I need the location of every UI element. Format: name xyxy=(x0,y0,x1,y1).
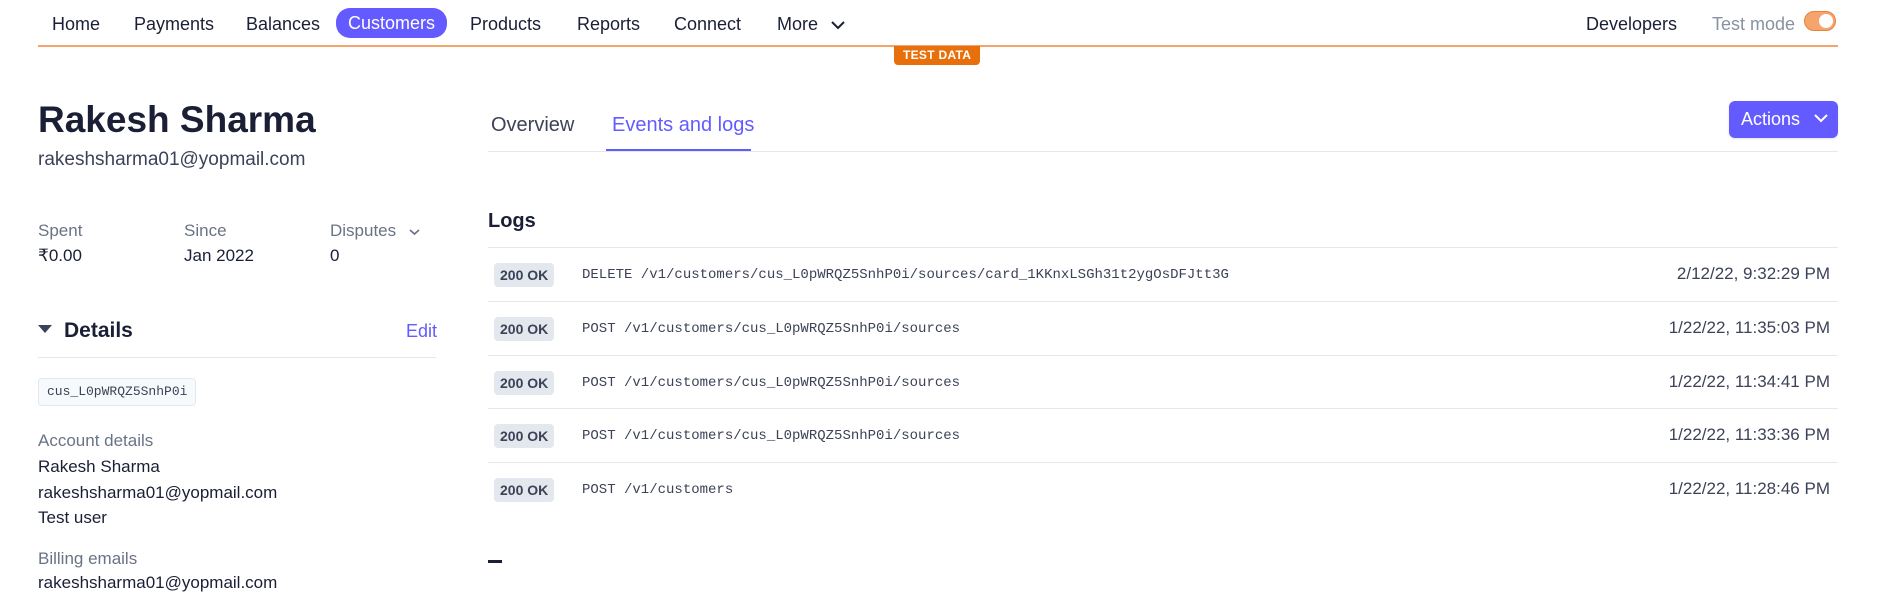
log-timestamp: 1/22/22, 11:28:46 PM xyxy=(1668,479,1830,498)
log-row[interactable]: 200 OK POST /v1/customers/cus_L0pWRQZ5Sn… xyxy=(488,355,1838,409)
log-timestamp: 1/22/22, 11:33:36 PM xyxy=(1668,425,1830,444)
stat-spent-label: Spent xyxy=(38,221,83,240)
top-navigation: Home Payments Balances Customers Product… xyxy=(0,0,1882,46)
chevron-down-icon xyxy=(409,228,420,235)
chevron-down-icon xyxy=(1814,114,1828,123)
tabs-divider xyxy=(488,151,1838,152)
account-name: Rakesh Sharma xyxy=(38,457,160,476)
nav-payments[interactable]: Payments xyxy=(134,12,214,36)
status-badge: 200 OK xyxy=(494,371,555,395)
test-mode-label: Test mode xyxy=(1712,14,1796,34)
status-badge: 200 OK xyxy=(494,263,555,287)
nav-more-label: More xyxy=(777,14,819,34)
stat-disputes-label: Disputes xyxy=(330,221,397,240)
logs-title: Logs xyxy=(488,210,536,232)
stat-spent-value: ₹0.00 xyxy=(38,246,82,265)
status-badge: 200 OK xyxy=(494,424,555,448)
stat-disputes-value: 0 xyxy=(330,246,340,265)
details-section-toggle[interactable]: Details xyxy=(38,318,133,344)
customer-id-chip[interactable]: cus_L0pWRQZ5SnhP0i xyxy=(38,378,197,406)
account-details-label: Account details xyxy=(38,431,154,450)
tab-events-and-logs[interactable]: Events and logs xyxy=(612,112,754,138)
log-timestamp: 1/22/22, 11:34:41 PM xyxy=(1668,372,1830,391)
nav-home[interactable]: Home xyxy=(52,12,100,36)
log-request-path: POST /v1/customers/cus_L0pWRQZ5SnhP0i/so… xyxy=(582,428,961,444)
nav-more[interactable]: More xyxy=(777,12,845,36)
developers-link[interactable]: Developers xyxy=(1586,12,1677,36)
nav-balances[interactable]: Balances xyxy=(246,12,320,36)
log-timestamp: 2/12/22, 9:32:29 PM xyxy=(1676,264,1830,283)
actions-button[interactable]: Actions xyxy=(1729,101,1838,138)
account-email: rakeshsharma01@yopmail.com xyxy=(38,483,278,502)
stat-disputes-toggle[interactable]: Disputes xyxy=(330,220,420,242)
log-request-path: POST /v1/customers/cus_L0pWRQZ5SnhP0i/so… xyxy=(582,321,961,337)
billing-email-value: rakeshsharma01@yopmail.com xyxy=(38,573,278,592)
log-request-path: POST /v1/customers/cus_L0pWRQZ5SnhP0i/so… xyxy=(582,375,961,391)
edit-details-link[interactable]: Edit xyxy=(406,318,437,344)
test-mode-toggle[interactable] xyxy=(1804,11,1836,31)
nav-products[interactable]: Products xyxy=(470,12,541,36)
customer-email: rakeshsharma01@yopmail.com xyxy=(38,149,306,170)
log-row[interactable]: 200 OK POST /v1/customers 1/22/22, 11:28… xyxy=(488,462,1838,516)
test-data-badge: TEST DATA xyxy=(894,46,981,65)
billing-emails-label: Billing emails xyxy=(38,549,138,568)
nav-customers[interactable]: Customers xyxy=(336,8,448,38)
details-title: Details xyxy=(64,319,133,342)
actions-label: Actions xyxy=(1741,109,1801,129)
account-description: Test user xyxy=(38,508,107,527)
status-badge: 200 OK xyxy=(494,317,555,341)
log-request-path: DELETE /v1/customers/cus_L0pWRQZ5SnhP0i/… xyxy=(582,267,1229,283)
next-section-heading-fragment xyxy=(488,560,502,563)
stat-since-value: Jan 2022 xyxy=(184,246,254,265)
status-badge: 200 OK xyxy=(494,478,555,502)
log-row[interactable]: 200 OK POST /v1/customers/cus_L0pWRQZ5Sn… xyxy=(488,408,1838,462)
log-timestamp: 1/22/22, 11:35:03 PM xyxy=(1668,318,1830,337)
nav-connect[interactable]: Connect xyxy=(674,12,741,36)
log-row[interactable]: 200 OK DELETE /v1/customers/cus_L0pWRQZ5… xyxy=(488,247,1838,301)
caret-down-icon xyxy=(38,325,52,334)
customer-name: Rakesh Sharma xyxy=(38,99,316,140)
tab-overview[interactable]: Overview xyxy=(491,112,574,138)
stat-since-label: Since xyxy=(184,221,227,240)
toggle-knob xyxy=(1819,14,1833,28)
log-row[interactable]: 200 OK POST /v1/customers/cus_L0pWRQZ5Sn… xyxy=(488,301,1838,355)
chevron-down-icon xyxy=(831,21,845,30)
log-request-path: POST /v1/customers xyxy=(582,482,734,498)
divider xyxy=(38,357,436,358)
nav-reports[interactable]: Reports xyxy=(577,12,640,36)
